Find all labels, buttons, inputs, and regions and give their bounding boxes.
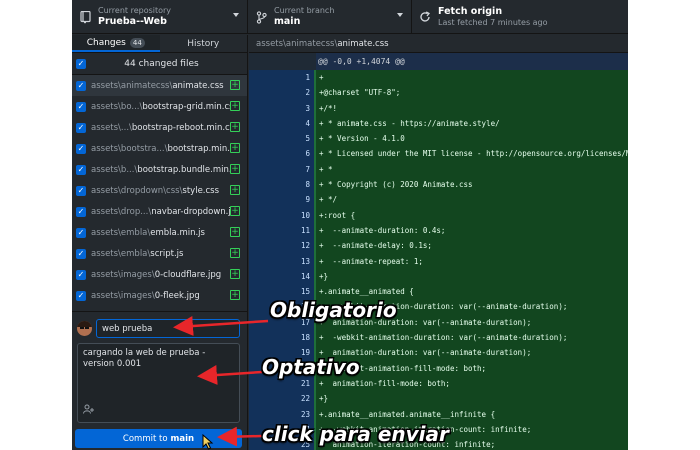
mouse-cursor-icon bbox=[202, 434, 214, 450]
annotation-required: Obligatorio bbox=[270, 298, 397, 322]
arrow-to-commit-button bbox=[217, 426, 263, 447]
annotation-send: click para enviar bbox=[262, 422, 449, 446]
arrow-to-summary bbox=[173, 316, 269, 336]
annotation-optional: Optativo bbox=[262, 355, 360, 379]
annotation-arrows bbox=[173, 316, 269, 447]
arrow-to-description bbox=[197, 365, 263, 385]
